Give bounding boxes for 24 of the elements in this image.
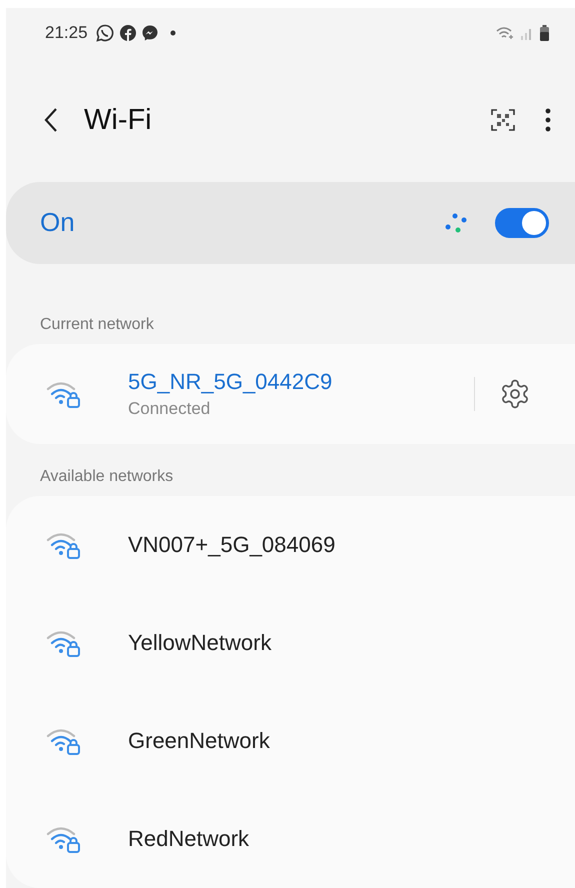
signal-icon	[520, 26, 534, 40]
network-name[interactable]: GreenNetwork	[128, 728, 575, 754]
scanning-dots-icon	[445, 212, 467, 233]
settings-icon	[499, 378, 531, 410]
qr-code-icon	[491, 109, 515, 132]
network-name[interactable]: RedNetwork	[128, 826, 575, 852]
wifi-toggle[interactable]	[495, 208, 549, 238]
switch-label: On	[40, 207, 76, 238]
status-time: 21:25	[45, 23, 88, 44]
more-icon	[545, 108, 551, 132]
chat-bubble-icon	[96, 24, 114, 42]
page-title: Wi-Fi	[84, 104, 153, 137]
messenger-icon	[142, 25, 158, 42]
network-name[interactable]: YellowNetwork	[128, 630, 575, 656]
network-name[interactable]: VN007+_5G_084069	[128, 532, 575, 558]
notification-dot-icon	[170, 30, 176, 36]
section-heading: Available networks	[39, 468, 174, 485]
battery-icon	[540, 25, 549, 42]
connection-status: Connected	[128, 399, 212, 419]
facebook-icon	[120, 25, 136, 42]
section-heading: Current network	[39, 316, 155, 333]
network-name[interactable]: 5G_NR_5G_0442C9	[128, 369, 474, 395]
back-icon	[44, 107, 58, 134]
wifi-status-icon	[496, 26, 514, 40]
